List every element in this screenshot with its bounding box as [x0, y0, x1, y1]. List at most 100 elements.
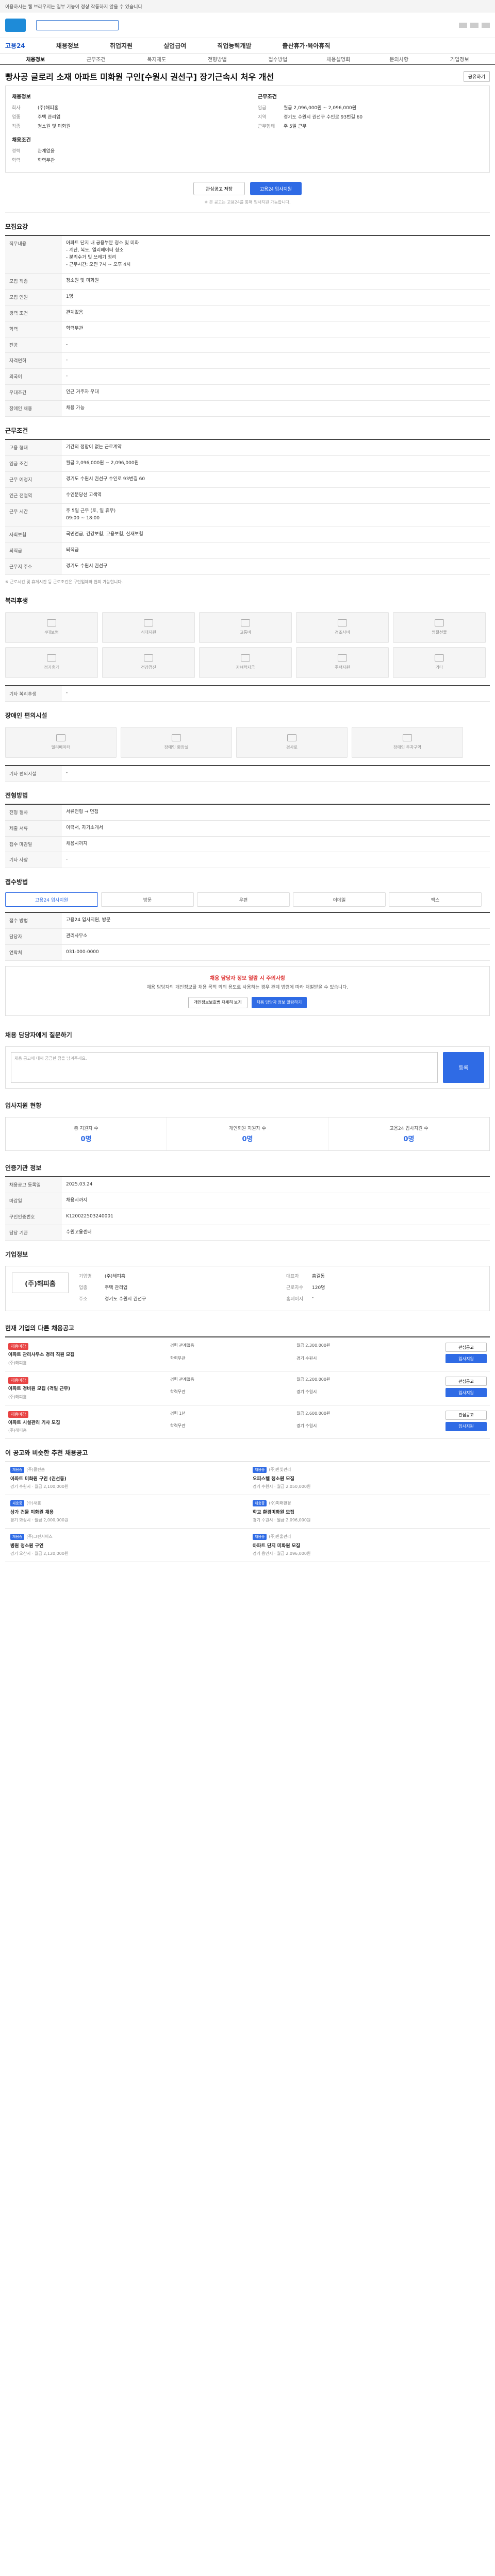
privacy-law-button[interactable]: 개인정보보호법 자세히 보기: [188, 996, 248, 1008]
disabled-etc-table: 기타 편의시설 -: [5, 765, 490, 782]
row-label: 학력: [5, 321, 62, 337]
table-row: 전공 -: [5, 337, 490, 353]
process-table: 전형 절차 서류전형 → 면접 제출 서류 이력서, 자기소개서 접수 마감일 채용시까지…: [5, 803, 490, 869]
apply-method-tag: 방문: [101, 892, 194, 907]
gnb-item-benefit[interactable]: 실업급여: [163, 41, 186, 50]
apply-table: 접수 방법 고용24 입사지원, 방문 담당자 관리사무소 연락처 031-000-000…: [5, 912, 490, 961]
list-item[interactable]: 채용중 (주)한울관리 아파트 단지 미화원 모집 경기 용인시 · 월급 2,096…: [248, 1529, 490, 1563]
apply-button[interactable]: 입사지원: [446, 1388, 487, 1398]
rec-title[interactable]: 학교 환경미화원 모집: [253, 1509, 485, 1515]
company-row: 대표자 홍길동: [286, 1273, 483, 1279]
job-card-main: 채용마감 아파트 경비원 모집 (격일 근무) (주)해피홈: [8, 1377, 163, 1400]
rec-title[interactable]: 오피스텔 청소원 모집: [253, 1475, 485, 1482]
qa-submit-button[interactable]: 등록: [443, 1052, 484, 1083]
row-value: 2025.03.24: [62, 1176, 490, 1193]
gnb-item-jobs[interactable]: 채용정보: [56, 41, 79, 50]
list-item[interactable]: 채용중 (주)미래환경 학교 환경미화원 모집 경기 수원시 · 월급 2,096,0…: [248, 1495, 490, 1529]
table-row: 마감일 채용시까지: [5, 1193, 490, 1209]
apply-method-tag: 이메일: [293, 892, 386, 907]
site-logo[interactable]: [5, 18, 26, 32]
facility-label: 장애인 주차구역: [393, 745, 422, 750]
welfare-etc-table: 기타 복리후생 -: [5, 685, 490, 702]
list-item[interactable]: 채용중 (주)그린서비스 병원 청소원 구인 경기 오산시 · 월급 2,120,00…: [5, 1529, 248, 1563]
apply-button[interactable]: 입사지원: [446, 1354, 487, 1364]
menu-icon[interactable]: [482, 22, 490, 28]
search-input[interactable]: [36, 20, 119, 30]
login-link[interactable]: [459, 22, 467, 28]
row-label: 임금 조건: [5, 455, 62, 472]
disabled-cards: 엘리베이터 장애인 화장실 경사로 장애인 주차구역: [0, 724, 495, 761]
row-value: 수원고용센터: [62, 1225, 490, 1241]
tab-briefing[interactable]: 채용설명회: [308, 55, 369, 63]
rec-title[interactable]: 상가 건물 미화원 채용: [10, 1509, 242, 1515]
rec-title[interactable]: 아파트 단지 미화원 모집: [253, 1542, 485, 1549]
company-row-label: 업종: [79, 1285, 88, 1291]
job-card-title[interactable]: 아파트 시설관리 기사 모집: [8, 1420, 163, 1427]
rec-title[interactable]: 아파트 미화원 구인 (권선동): [10, 1475, 242, 1482]
view-contact-button[interactable]: 채용 담당자 정보 열람하기: [251, 996, 307, 1008]
apply-button[interactable]: 입사지원: [446, 1421, 487, 1431]
interest-button[interactable]: 관심공고: [446, 1377, 487, 1386]
tab-process[interactable]: 전형방법: [187, 55, 248, 63]
list-item[interactable]: 채용마감 아파트 시설관리 기사 모집 (주)해피홈 경력 1년 월급 2,600,00…: [5, 1405, 490, 1439]
qa-textarea[interactable]: 채용 공고에 대해 궁금한 점을 남겨주세요.: [11, 1052, 438, 1083]
row-label: 근무 시간: [5, 503, 62, 527]
list-item[interactable]: 채용마감 아파트 경비원 모집 (격일 근무) (주)해피홈 경력 관계없음 월급 2,…: [5, 1371, 490, 1405]
apply-button[interactable]: 고용24 입사지원: [250, 182, 302, 195]
interest-button[interactable]: 관심공고: [446, 1343, 487, 1352]
facility-label: 경조사비: [335, 630, 350, 635]
job-card-actions: 관심공고입사지원: [425, 1377, 487, 1400]
row-label: 기타 사항: [5, 852, 62, 869]
tab-work[interactable]: 근무조건: [66, 55, 127, 63]
job-card-meta-item: 경력 관계없음: [170, 1343, 194, 1348]
tab-recruit[interactable]: 채용정보: [5, 55, 66, 63]
company-row-label: 대표자: [286, 1274, 299, 1280]
list-item[interactable]: 채용중 (주)새롬 상가 건물 미화원 채용 경기 화성시 · 월급 2,000,00…: [5, 1495, 248, 1529]
section-title-recruit: 모집요강: [5, 223, 28, 230]
facility-card: 기타: [393, 647, 486, 678]
row-label: 전형 절차: [5, 804, 62, 821]
tab-qa[interactable]: 문의사항: [369, 55, 430, 63]
status-badge: 채용중: [253, 1500, 267, 1507]
summary-row: 직종 청소원 및 미화원: [12, 124, 71, 129]
gnb-item-support[interactable]: 취업지원: [110, 41, 133, 50]
job-card-title[interactable]: 아파트 관리사무소 경리 직원 모집: [8, 1352, 163, 1359]
company-row-label: 주소: [79, 1297, 88, 1302]
company-row-value: -: [312, 1295, 314, 1301]
gnb-item-leave[interactable]: 출산휴가·육아휴직: [283, 41, 331, 50]
tab-apply[interactable]: 접수방법: [248, 55, 308, 63]
job-card-meta: 경력 관계없음 월급 2,300,000원 학력무관 경기 수원시: [170, 1343, 418, 1366]
tab-company[interactable]: 기업정보: [430, 55, 490, 63]
table-row: 고용 형태 기간의 정함이 없는 근로계약: [5, 439, 490, 456]
gnb-item-home[interactable]: 고용24: [5, 41, 25, 50]
save-interest-button[interactable]: 관심공고 저장: [193, 182, 245, 195]
job-card-title[interactable]: 아파트 경비원 모집 (격일 근무): [8, 1386, 163, 1393]
rec-company: (주)클린홈: [26, 1467, 45, 1472]
gnb-item-training[interactable]: 직업능력개발: [217, 41, 251, 50]
interest-button[interactable]: 관심공고: [446, 1410, 487, 1420]
row-label: 외국어: [5, 368, 62, 385]
row-label: 퇴직금: [5, 543, 62, 559]
table-row: 연락처 031-000-0000: [5, 944, 490, 961]
row-value: 월급 2,096,000원 ~ 2,096,000원: [62, 455, 490, 472]
job-card-actions: 관심공고 입사지원: [425, 1410, 487, 1434]
table-row: 모집 직종 청소원 및 미화원: [5, 273, 490, 290]
facility-card: 주택지원: [296, 647, 389, 678]
row-value: 채용시까지: [62, 836, 490, 853]
reg-table: 채용공고 등록일 2025.03.24 마감일 채용시까지 구인인증번호 K1200225…: [5, 1176, 490, 1241]
work-note: ※ 근로시간 및 휴게시간 등 근로조건은 구인업체와 협의 가능합니다.: [5, 579, 123, 584]
list-item[interactable]: 채용중 (주)한빛관리 오피스텔 청소원 모집 경기 수원시 · 월급 2,050,0…: [248, 1462, 490, 1496]
tab-welfare[interactable]: 복지제도: [126, 55, 187, 63]
row-value: 고용24 입사지원, 방문: [62, 912, 490, 929]
table-row: 담당자 관리사무소: [5, 928, 490, 945]
list-item[interactable]: 채용마감 아파트 관리사무소 경리 직원 모집 (주)해피홈 경력 관계없음 월급 2,…: [5, 1337, 490, 1372]
rec-title[interactable]: 병원 청소원 구인: [10, 1542, 242, 1549]
join-link[interactable]: [470, 22, 478, 28]
list-item[interactable]: 채용중 (주)클린홈 아파트 미화원 구인 (권선동) 경기 수원시 · 월급 2,1…: [5, 1462, 248, 1496]
row-value: 수인분당선 고색역: [62, 487, 490, 504]
status-badge: 채용중: [10, 1534, 25, 1540]
table-row: 접수 방법 고용24 입사지원, 방문: [5, 912, 490, 929]
table-row: 우대조건 인근 거주자 우대: [5, 384, 490, 401]
share-button[interactable]: 공유하기: [463, 71, 490, 82]
facility-card: 엘리베이터: [5, 726, 117, 758]
